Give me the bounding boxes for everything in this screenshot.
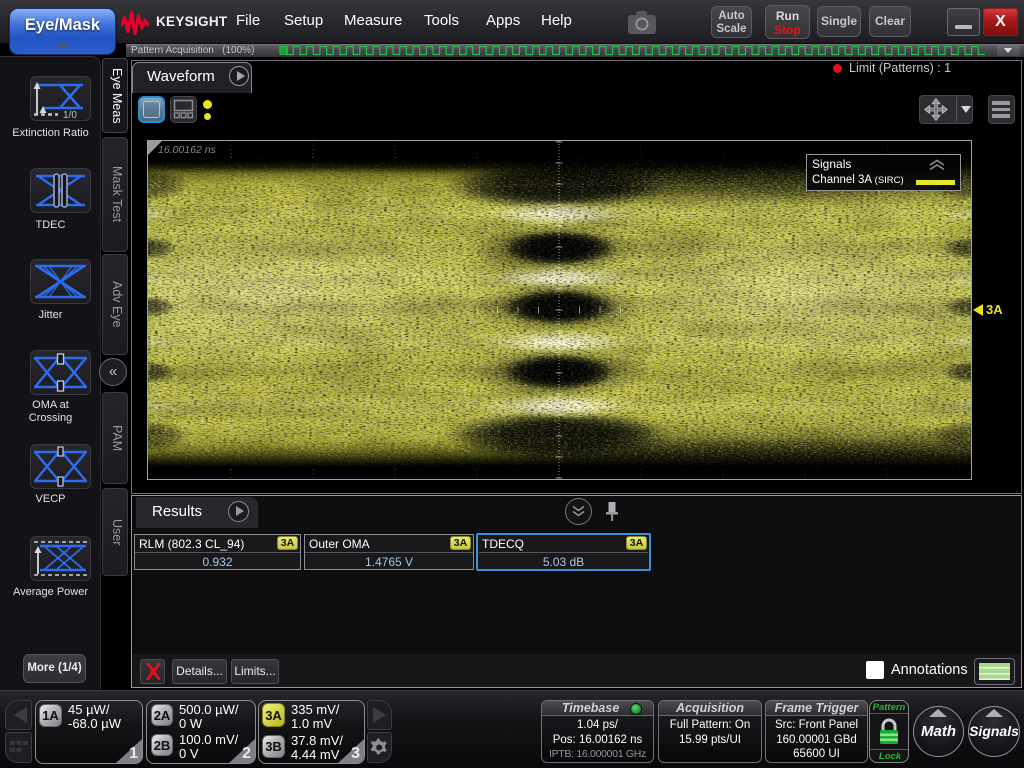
svg-text:1/0: 1/0	[63, 110, 77, 121]
